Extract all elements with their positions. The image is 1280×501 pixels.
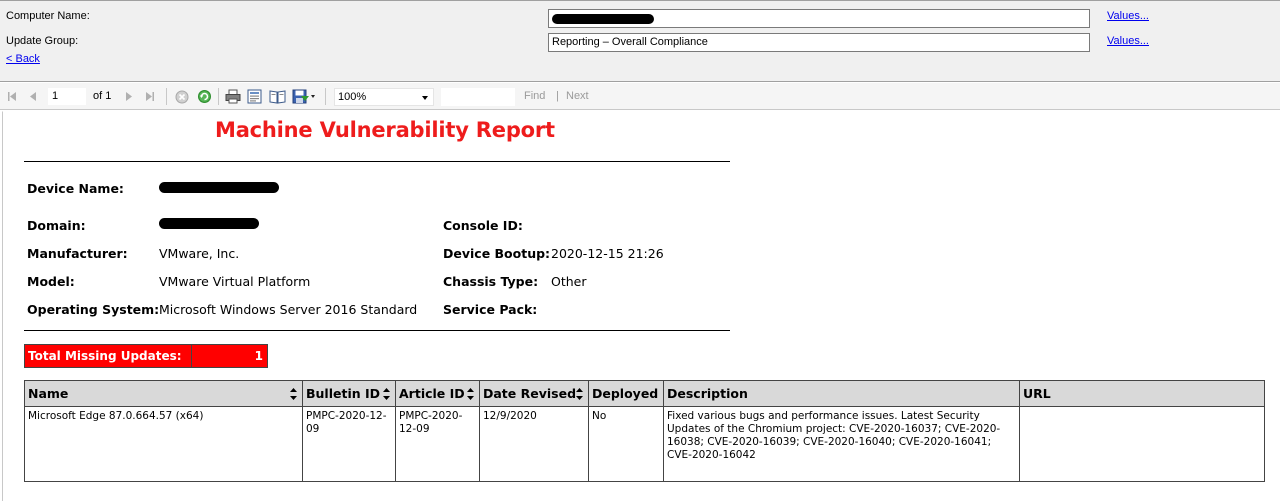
column-header-label: Article ID xyxy=(399,386,465,401)
cell-description: Fixed various bugs and performance issue… xyxy=(663,406,1020,482)
back-link[interactable]: < Back xyxy=(6,53,40,65)
sort-icon[interactable] xyxy=(383,388,390,400)
os-label: Operating System: xyxy=(27,302,160,317)
parameter-panel: Computer Name: Values... Update Group: R… xyxy=(0,0,1280,82)
toolbar-divider xyxy=(218,88,219,105)
page-number-input[interactable]: 1 xyxy=(48,88,86,105)
column-header-label: Deployed xyxy=(592,386,659,401)
update-group-label: Update Group: xyxy=(6,35,79,47)
refresh-icon[interactable] xyxy=(196,89,212,104)
column-header-label: Date Revised xyxy=(483,386,577,401)
cell-url[interactable] xyxy=(1019,406,1265,482)
stop-icon[interactable] xyxy=(174,89,190,104)
next-link[interactable]: Next xyxy=(566,90,589,102)
column-header-label: Bulletin ID xyxy=(306,386,381,401)
total-missing-updates-count: 1 xyxy=(192,345,267,367)
table-row: Microsoft Edge 87.0.664.57 (x64) PMPC-20… xyxy=(24,406,1265,482)
cell-name: Microsoft Edge 87.0.664.57 (x64) xyxy=(24,406,303,482)
device-name-label: Device Name: xyxy=(27,181,124,196)
zoom-value: 100% xyxy=(338,91,367,103)
manufacturer-label: Manufacturer: xyxy=(27,246,128,261)
divider xyxy=(24,161,730,162)
divider xyxy=(24,330,730,331)
missing-updates-table: Name Bulletin ID Article ID Date Revised… xyxy=(24,380,1265,482)
find-next-separator: | xyxy=(556,90,559,102)
update-group-values-link[interactable]: Values... xyxy=(1107,35,1149,47)
device-name-redacted xyxy=(159,182,279,193)
column-header-article-id[interactable]: Article ID xyxy=(395,380,480,407)
column-header-deployed: Deployed xyxy=(588,380,664,407)
zoom-select[interactable]: 100% xyxy=(334,88,434,106)
total-missing-updates: Total Missing Updates: 1 xyxy=(24,344,268,368)
cell-article-id: PMPC-2020-12-09 xyxy=(395,406,480,482)
computer-name-field[interactable] xyxy=(548,9,1090,28)
column-header-url: URL xyxy=(1019,380,1265,407)
print-icon[interactable] xyxy=(224,89,241,104)
column-header-description: Description xyxy=(663,380,1020,407)
domain-redacted xyxy=(159,218,259,229)
column-header-label: URL xyxy=(1023,386,1051,401)
computer-name-values-link[interactable]: Values... xyxy=(1107,10,1149,22)
report-title: Machine Vulnerability Report xyxy=(215,118,555,142)
column-header-date-revised[interactable]: Date Revised xyxy=(479,380,589,407)
computer-name-label: Computer Name: xyxy=(6,10,90,22)
report-canvas: Machine Vulnerability Report Device Name… xyxy=(2,111,1280,501)
toolbar-divider xyxy=(166,88,167,105)
page-setup-icon[interactable] xyxy=(268,89,286,104)
update-group-field[interactable]: Reporting – Overall Compliance xyxy=(548,33,1090,52)
device-bootup-label: Device Bootup: xyxy=(443,246,551,261)
page-count-label: of 1 xyxy=(93,90,112,102)
column-header-label: Name xyxy=(28,386,69,401)
model-value: VMware Virtual Platform xyxy=(159,274,311,289)
next-page-icon[interactable] xyxy=(123,89,135,104)
redacted-value xyxy=(552,14,654,24)
chevron-down-icon xyxy=(422,96,428,100)
column-header-bulletin-id[interactable]: Bulletin ID xyxy=(302,380,396,407)
console-id-label: Console ID: xyxy=(443,218,523,233)
sort-icon[interactable] xyxy=(467,388,474,400)
export-icon[interactable] xyxy=(291,89,317,104)
cell-date-revised: 12/9/2020 xyxy=(479,406,589,482)
domain-label: Domain: xyxy=(27,218,86,233)
print-layout-icon[interactable] xyxy=(246,89,263,104)
manufacturer-value: VMware, Inc. xyxy=(159,246,240,261)
previous-page-icon[interactable] xyxy=(27,89,39,104)
find-link[interactable]: Find xyxy=(524,90,545,102)
device-bootup-value: 2020-12-15 21:26 xyxy=(551,246,664,261)
sort-icon[interactable] xyxy=(290,388,297,400)
column-header-label: Description xyxy=(667,386,748,401)
service-pack-label: Service Pack: xyxy=(443,302,538,317)
column-header-name[interactable]: Name xyxy=(24,380,303,407)
chassis-type-label: Chassis Type: xyxy=(443,274,539,289)
first-page-icon[interactable] xyxy=(6,89,18,104)
total-missing-updates-label: Total Missing Updates: xyxy=(25,345,192,367)
report-toolbar: 1 of 1 100% Find | Next xyxy=(0,83,1280,110)
find-input[interactable] xyxy=(441,88,515,106)
os-value: Microsoft Windows Server 2016 Standard xyxy=(159,302,418,317)
cell-bulletin-id: PMPC-2020-12-09 xyxy=(302,406,396,482)
model-label: Model: xyxy=(27,274,75,289)
table-header-row: Name Bulletin ID Article ID Date Revised… xyxy=(24,380,1265,407)
toolbar-divider xyxy=(325,88,326,105)
sort-icon[interactable] xyxy=(576,388,583,400)
cell-deployed: No xyxy=(588,406,664,482)
chassis-type-value: Other xyxy=(551,274,587,289)
last-page-icon[interactable] xyxy=(144,89,156,104)
